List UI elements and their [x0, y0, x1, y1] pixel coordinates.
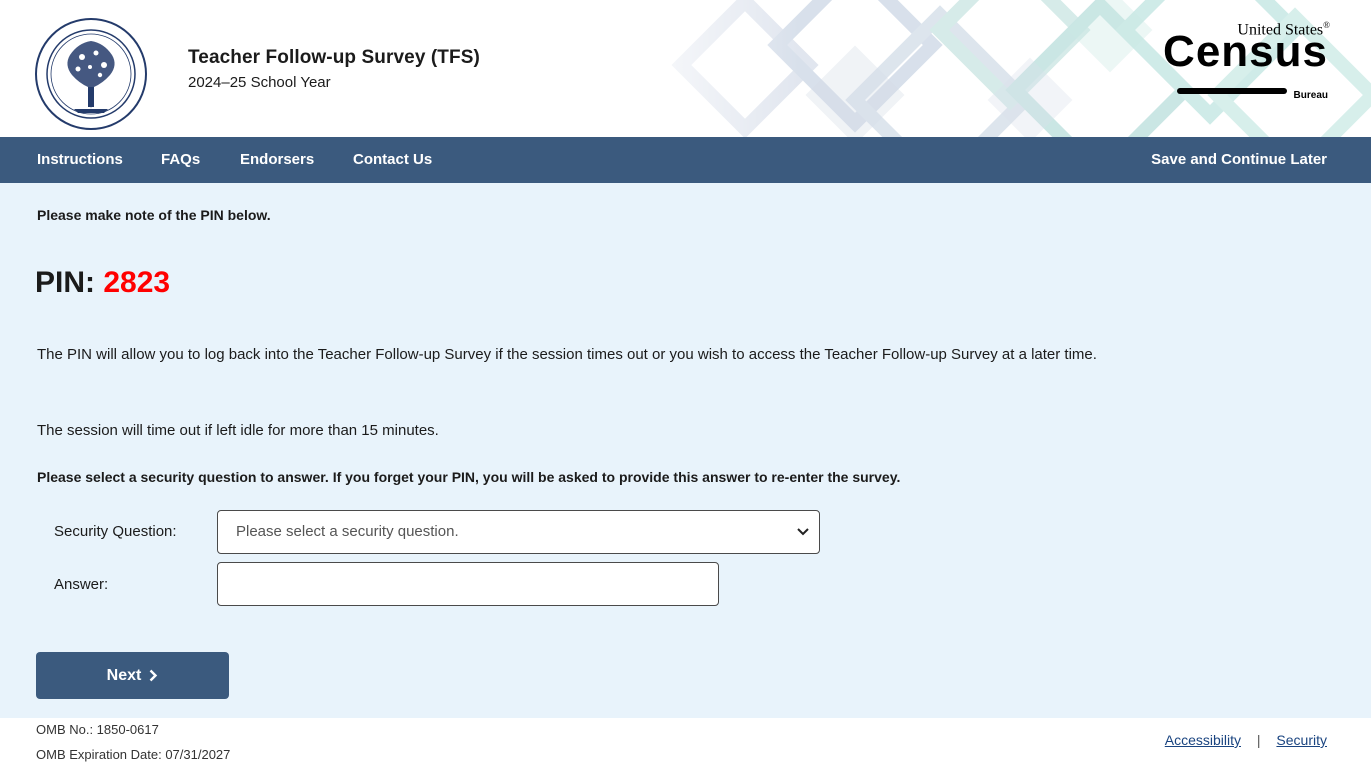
pin-label: PIN: [35, 266, 95, 299]
security-question-select[interactable]: Please select a security question. [217, 510, 820, 554]
security-question-selected: Please select a security question. [236, 523, 459, 540]
department-of-education-seal-icon [35, 18, 147, 130]
footer-links: Accessibility | Security [1165, 732, 1327, 748]
nav-save-and-continue-later[interactable]: Save and Continue Later [1151, 137, 1327, 183]
chevron-down-icon [797, 511, 809, 553]
school-year: 2024–25 School Year [188, 74, 331, 91]
pin-explanation: The PIN will allow you to log back into … [37, 346, 1097, 363]
pin-display: PIN: 2823 [35, 266, 170, 300]
pin-note: Please make note of the PIN below. [37, 207, 271, 223]
omb-expiration: OMB Expiration Date: 07/31/2027 [36, 747, 231, 762]
next-button-label: Next [106, 666, 142, 684]
answer-input[interactable] [217, 562, 719, 606]
next-button[interactable]: Next [36, 652, 229, 699]
site-header: Teacher Follow-up Survey (TFS) 2024–25 S… [0, 0, 1371, 137]
chevron-right-icon [149, 669, 158, 682]
survey-title: Teacher Follow-up Survey (TFS) [188, 47, 480, 68]
census-logo-bureau: Bureau [1293, 90, 1328, 101]
site-footer: OMB No.: 1850-0617 OMB Expiration Date: … [0, 718, 1371, 766]
accessibility-link[interactable]: Accessibility [1165, 732, 1241, 748]
survey-title-block: Teacher Follow-up Survey (TFS) 2024–25 S… [188, 47, 480, 91]
security-link[interactable]: Security [1276, 732, 1327, 748]
main-content: Please make note of the PIN below. PIN: … [0, 183, 1371, 718]
security-question-label: Security Question: [54, 523, 177, 540]
census-logo-word: Census [1163, 27, 1328, 76]
nav-faqs[interactable]: FAQs [161, 137, 200, 183]
nav-instructions[interactable]: Instructions [37, 137, 123, 183]
footer-separator: | [1256, 732, 1261, 748]
answer-label: Answer: [54, 576, 109, 593]
census-bureau-logo: United States® Census Bureau [1163, 20, 1330, 106]
census-logo-bar [1177, 88, 1287, 94]
security-question-instruction: Please select a security question to ans… [37, 469, 901, 485]
session-timeout-note: The session will time out if left idle f… [37, 422, 439, 439]
nav-endorsers[interactable]: Endorsers [240, 137, 314, 183]
nav-contact-us[interactable]: Contact Us [353, 137, 432, 183]
main-nav: Instructions FAQs Endorsers Contact Us S… [0, 137, 1371, 183]
omb-number: OMB No.: 1850-0617 [36, 722, 159, 737]
pin-value: 2823 [103, 266, 171, 299]
